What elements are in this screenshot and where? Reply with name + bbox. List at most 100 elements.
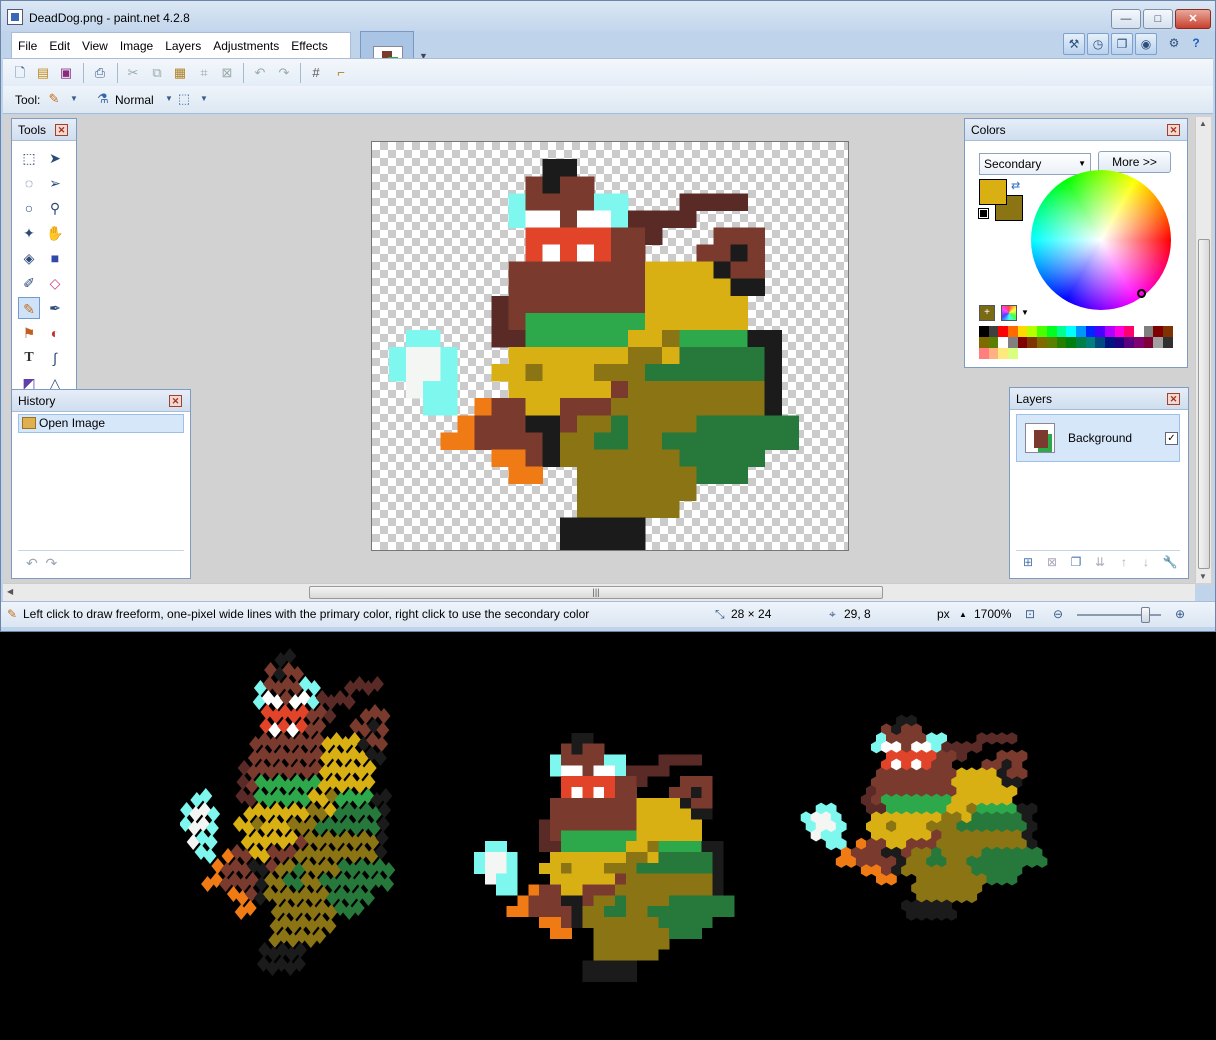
history-item[interactable]: Open Image [18, 414, 184, 433]
paint-bucket-icon[interactable]: ◈ [18, 247, 40, 269]
palette-swatch[interactable] [1017, 326, 1028, 337]
palette-swatch[interactable] [979, 326, 989, 337]
grid-icon[interactable]: # [307, 64, 325, 82]
gradient-icon[interactable]: ■ [44, 247, 66, 269]
palette-swatch[interactable] [1114, 337, 1125, 348]
palette-swatch[interactable] [1104, 337, 1115, 348]
palette-swatch[interactable] [1163, 326, 1173, 337]
colors-toggle-icon[interactable]: ◉ [1135, 33, 1157, 55]
open-file-icon[interactable]: ▤ [34, 64, 52, 82]
palette-swatch[interactable] [998, 337, 1009, 348]
selection-clipping-icon[interactable]: ⬚ [175, 90, 193, 108]
copy-icon[interactable]: ⧉ [148, 64, 166, 82]
move-layer-down-icon[interactable]: ↓ [1138, 555, 1154, 571]
palette-swatch[interactable] [988, 326, 999, 337]
zoom-in-icon[interactable]: ⊕ [1175, 607, 1185, 621]
vertical-scrollbar[interactable]: ▲ ▼ [1195, 117, 1211, 583]
palette-swatch[interactable] [1066, 337, 1076, 348]
palette-swatch[interactable] [1153, 337, 1164, 348]
menu-file[interactable]: File [12, 33, 43, 59]
color-wheel[interactable] [1031, 170, 1171, 310]
color-mode-select[interactable]: Secondary ▼ [979, 153, 1091, 175]
delete-layer-icon[interactable]: ⊠ [1044, 555, 1060, 571]
close-icon[interactable]: ✕ [169, 395, 182, 407]
chevron-down-icon[interactable]: ▼ [195, 90, 213, 108]
history-toggle-icon[interactable]: ◷ [1087, 33, 1109, 55]
menu-effects[interactable]: Effects [285, 33, 333, 59]
palette-swatch[interactable] [1056, 326, 1067, 337]
line-curve-icon[interactable]: ∫ [44, 347, 66, 369]
palette-swatch[interactable] [1046, 326, 1057, 337]
palette-swatch[interactable] [1046, 337, 1057, 348]
pencil-icon[interactable]: ✎ [18, 297, 40, 319]
settings-gear-icon[interactable]: ⚙ [1163, 33, 1185, 55]
ellipse-select-icon[interactable]: ○ [18, 197, 40, 219]
palette-swatch[interactable] [1134, 337, 1144, 348]
new-file-icon[interactable]: 🗋 [11, 64, 29, 82]
scroll-left-icon[interactable]: ◀ [7, 587, 13, 596]
zoom-out-icon[interactable]: ⊖ [1053, 607, 1063, 621]
horizontal-scrollbar[interactable]: ◀ ||| [3, 583, 1195, 601]
layer-row[interactable]: Background ✓ [1016, 414, 1180, 462]
palette-swatch[interactable] [1143, 326, 1154, 337]
color-palette[interactable] [979, 326, 1173, 359]
scroll-up-icon[interactable]: ▲ [1199, 119, 1207, 128]
horizontal-scroll-thumb[interactable]: ||| [309, 586, 883, 599]
palette-swatch[interactable] [1114, 326, 1125, 337]
cut-icon[interactable]: ✂ [124, 64, 142, 82]
palette-swatch[interactable] [1056, 337, 1067, 348]
crop-icon[interactable]: ⌗ [195, 64, 213, 82]
color-wheel-marker[interactable] [1137, 289, 1146, 298]
palette-swatch[interactable] [1008, 326, 1018, 337]
palette-swatch[interactable] [1095, 326, 1105, 337]
scroll-down-icon[interactable]: ▼ [1199, 572, 1207, 581]
menu-view[interactable]: View [76, 33, 114, 59]
merge-layer-icon[interactable]: ⇊ [1092, 555, 1108, 571]
layer-properties-icon[interactable]: 🔧 [1162, 555, 1178, 571]
help-icon[interactable]: ? [1185, 33, 1207, 55]
palette-swatch[interactable] [1027, 326, 1038, 337]
tools-toggle-icon[interactable]: ⚒ [1063, 33, 1085, 55]
add-to-palette-icon[interactable]: + [979, 305, 995, 321]
text-icon[interactable]: T [18, 347, 40, 369]
paste-icon[interactable]: ▦ [171, 64, 189, 82]
primary-color-swatch[interactable] [979, 179, 1007, 205]
zoom-icon[interactable]: ⚲ [44, 197, 66, 219]
palette-swatch[interactable] [1124, 326, 1134, 337]
recolor-icon[interactable]: ◐ [44, 322, 66, 344]
save-icon[interactable]: ▣ [57, 64, 75, 82]
pan-hand-icon[interactable]: ✋ [44, 222, 66, 244]
reset-colors-icon[interactable] [978, 208, 989, 219]
palette-swatch[interactable] [1124, 337, 1134, 348]
move-layer-up-icon[interactable]: ↑ [1116, 555, 1132, 571]
menu-layers[interactable]: Layers [159, 33, 207, 59]
palette-swatch[interactable] [1143, 337, 1154, 348]
palette-swatch[interactable] [998, 348, 1009, 359]
palette-swatch[interactable] [1075, 326, 1086, 337]
zoom-level[interactable]: 1700% [974, 607, 1011, 621]
undo-icon[interactable]: ↶ [251, 64, 269, 82]
zoom-slider-knob[interactable] [1141, 607, 1150, 623]
palette-swatch[interactable] [1134, 326, 1144, 337]
palette-swatch[interactable] [988, 348, 999, 359]
move-selected-icon[interactable]: ➤ [44, 147, 66, 169]
palette-swatch[interactable] [1008, 348, 1018, 359]
chevron-down-icon[interactable]: ▼ [1021, 308, 1029, 317]
color-picker-icon[interactable]: ✒ [44, 297, 66, 319]
close-button[interactable]: ✕ [1175, 9, 1211, 29]
pencil-tool-icon[interactable]: ✎ [45, 90, 63, 108]
close-icon[interactable]: ✕ [1167, 124, 1180, 136]
swap-colors-icon[interactable]: ⇄ [1011, 179, 1020, 192]
redo-icon[interactable]: ↷ [46, 555, 58, 571]
palette-swatch[interactable] [1017, 337, 1028, 348]
duplicate-layer-icon[interactable]: ❐ [1068, 555, 1084, 571]
palette-swatch[interactable] [979, 348, 989, 359]
zoom-to-window-icon[interactable]: ⊡ [1025, 607, 1035, 621]
chevron-down-icon[interactable]: ▼ [65, 90, 83, 108]
palette-swatch[interactable] [1008, 337, 1018, 348]
palette-menu-icon[interactable] [1001, 305, 1017, 321]
chevron-up-icon[interactable]: ▲ [959, 610, 967, 619]
palette-swatch[interactable] [979, 337, 989, 348]
close-icon[interactable]: ✕ [55, 124, 68, 136]
palette-swatch[interactable] [1163, 337, 1173, 348]
